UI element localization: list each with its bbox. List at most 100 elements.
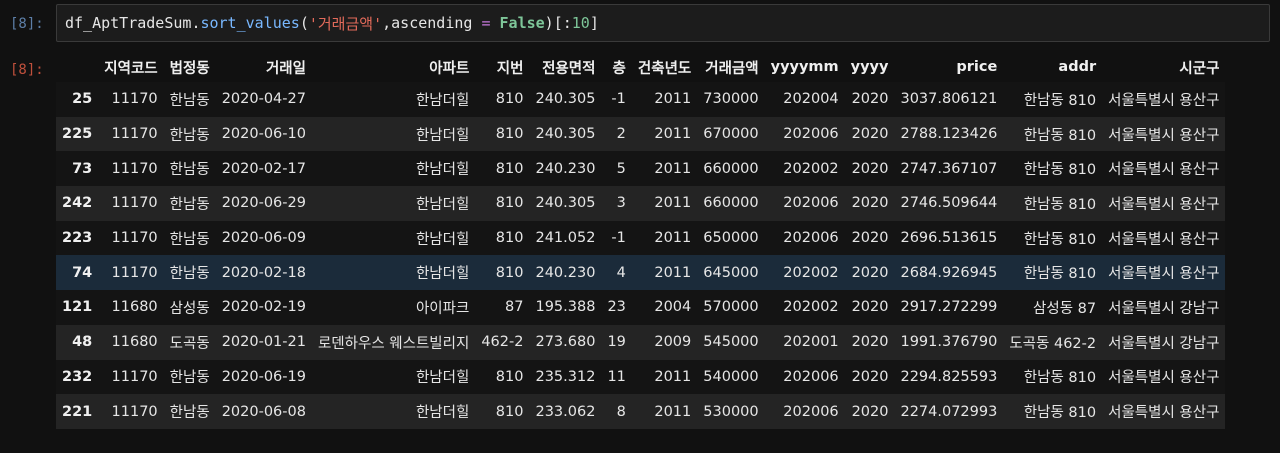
code-kwarg: ascending bbox=[391, 14, 473, 32]
table-cell: 서울특별시 강남구 bbox=[1108, 300, 1220, 317]
table-cell: 한남동 bbox=[169, 231, 210, 248]
table-cell: 3 bbox=[616, 195, 626, 212]
table-cell: 한남동 bbox=[169, 266, 210, 283]
table-cell: -1 bbox=[611, 91, 626, 108]
table-cell: 8 bbox=[616, 403, 626, 420]
table-cell: 240.230 bbox=[535, 264, 596, 281]
table-cell: 한남동 810 bbox=[1023, 127, 1097, 144]
code-equals: = bbox=[472, 14, 500, 32]
table-cell: 2747.367107 bbox=[900, 160, 998, 177]
table-cell: 2020 bbox=[851, 160, 889, 177]
table-cell: 730000 bbox=[703, 91, 759, 108]
table-cell: 11 bbox=[607, 368, 626, 385]
table-cell: 2020 bbox=[851, 230, 889, 247]
row-index: 73 bbox=[72, 160, 93, 177]
code-string: '거래금액' bbox=[308, 14, 383, 33]
table-cell: 2020 bbox=[851, 91, 889, 108]
table-cell: 2011 bbox=[654, 368, 692, 385]
table-cell: 2020-01-21 bbox=[221, 334, 306, 351]
table-cell: 서울특별시 강남구 bbox=[1108, 335, 1220, 352]
table-row: 121 11680 삼성동 2020-02-19 아이파크 87 195.388 23 2004… bbox=[56, 290, 1226, 325]
table-cell: 2917.272299 bbox=[900, 299, 998, 316]
table-cell: 한남동 bbox=[169, 196, 210, 213]
table-cell: 2020 bbox=[851, 195, 889, 212]
table-cell: 810 bbox=[495, 195, 524, 212]
column-header: addr bbox=[1058, 59, 1097, 75]
table-cell: 2 bbox=[616, 126, 626, 143]
column-header: 거래금액 bbox=[705, 60, 759, 77]
table-cell: -1 bbox=[611, 230, 626, 247]
table-cell: 195.388 bbox=[535, 299, 596, 316]
table-cell: 서울특별시 용산구 bbox=[1108, 196, 1220, 213]
table-cell: 2274.072993 bbox=[900, 403, 998, 420]
table-cell: 2020-06-19 bbox=[221, 368, 306, 385]
table-cell: 한남더힐 bbox=[415, 370, 470, 387]
table-cell: 2746.509644 bbox=[900, 195, 998, 212]
output-prompt: [8]: bbox=[10, 62, 44, 78]
column-header: 지역코드 bbox=[104, 60, 158, 77]
code-bool: False bbox=[499, 14, 545, 32]
table-cell: 아이파크 bbox=[415, 300, 470, 317]
table-cell: 한남더힐 bbox=[415, 405, 470, 422]
code-input-cell[interactable]: df_AptTradeSum. sort_values('거래금액', ascen… bbox=[56, 4, 1270, 42]
table-cell: 2020 bbox=[851, 368, 889, 385]
table-cell: 한남더힐 bbox=[415, 266, 470, 283]
table-cell: 202006 bbox=[783, 195, 839, 212]
table-cell: 202004 bbox=[783, 91, 839, 108]
table-cell: 11170 bbox=[111, 160, 158, 177]
table-cell: 2011 bbox=[654, 230, 692, 247]
table-cell: 2020 bbox=[851, 126, 889, 143]
table-cell: 2788.123426 bbox=[900, 126, 998, 143]
table-header-row: 지역코드 법정동 거래일 아파트 지번 전용면적 층 건축년도 거래금액 yyyymm yyyy pr… bbox=[56, 52, 1225, 82]
table-cell: 810 bbox=[495, 91, 524, 108]
table-cell: 한남동 810 bbox=[1023, 162, 1097, 179]
table-cell: 202006 bbox=[783, 368, 839, 385]
column-header: 거래일 bbox=[265, 60, 306, 77]
row-index: 74 bbox=[72, 264, 93, 281]
table-cell: 11170 bbox=[111, 195, 158, 212]
table-cell: 11170 bbox=[111, 91, 158, 108]
table-cell: 87 bbox=[505, 299, 524, 316]
table-cell: 한남더힐 bbox=[415, 162, 470, 179]
table-cell: 5 bbox=[616, 160, 626, 177]
table-body: 25 11170 한남동 2020-04-27 한남더힐 810 240.305 -1 2011… bbox=[56, 82, 1226, 429]
table-cell: 11170 bbox=[111, 264, 158, 281]
output-area: 지역코드 법정동 거래일 아파트 지번 전용면적 층 건축년도 거래금액 yyyymm yyyy pr… bbox=[56, 52, 1270, 429]
table-cell: 2020 bbox=[851, 299, 889, 316]
column-header: 아파트 bbox=[429, 60, 470, 77]
code-function: sort_values bbox=[200, 14, 300, 32]
table-cell: 2684.926945 bbox=[900, 264, 998, 281]
table-cell: 2011 bbox=[654, 264, 692, 281]
table-cell: 삼성동 87 bbox=[1033, 300, 1097, 317]
table-cell: 235.312 bbox=[535, 368, 596, 385]
input-prompt: [8]: bbox=[10, 16, 44, 32]
table-cell: 2011 bbox=[654, 195, 692, 212]
column-header: price bbox=[956, 59, 998, 75]
code-slice-close: ] bbox=[589, 14, 599, 32]
table-cell: 202001 bbox=[783, 334, 839, 351]
table-cell: 11680 bbox=[111, 299, 158, 316]
table-cell: 서울특별시 용산구 bbox=[1108, 266, 1220, 283]
row-index: 221 bbox=[62, 403, 93, 420]
table-row: 221 11170 한남동 2020-06-08 한남더힐 810 233.062 8 2011… bbox=[56, 394, 1226, 429]
table-cell: 240.230 bbox=[535, 160, 596, 177]
table-cell: 240.305 bbox=[535, 126, 596, 143]
table-cell: 1991.376790 bbox=[900, 334, 998, 351]
table-cell: 한남동 810 bbox=[1023, 370, 1097, 387]
row-index: 121 bbox=[62, 299, 93, 316]
table-cell: 202002 bbox=[783, 160, 839, 177]
table-cell: 한남동 810 bbox=[1023, 92, 1097, 109]
table-cell: 한남동 810 bbox=[1023, 405, 1097, 422]
table-cell: 2020-02-17 bbox=[221, 160, 306, 177]
table-cell: 한남더힐 bbox=[415, 92, 470, 109]
column-header: 시군구 bbox=[1179, 60, 1220, 77]
table-cell: 202002 bbox=[783, 299, 839, 316]
table-cell: 2011 bbox=[654, 91, 692, 108]
table-cell: 서울특별시 용산구 bbox=[1108, 405, 1220, 422]
table-cell: 11170 bbox=[111, 368, 158, 385]
table-cell: 2020-06-10 bbox=[221, 126, 306, 143]
code-number: 10 bbox=[571, 14, 590, 32]
table-cell: 650000 bbox=[703, 230, 759, 247]
table-cell: 202006 bbox=[783, 230, 839, 247]
table-cell: 810 bbox=[495, 230, 524, 247]
